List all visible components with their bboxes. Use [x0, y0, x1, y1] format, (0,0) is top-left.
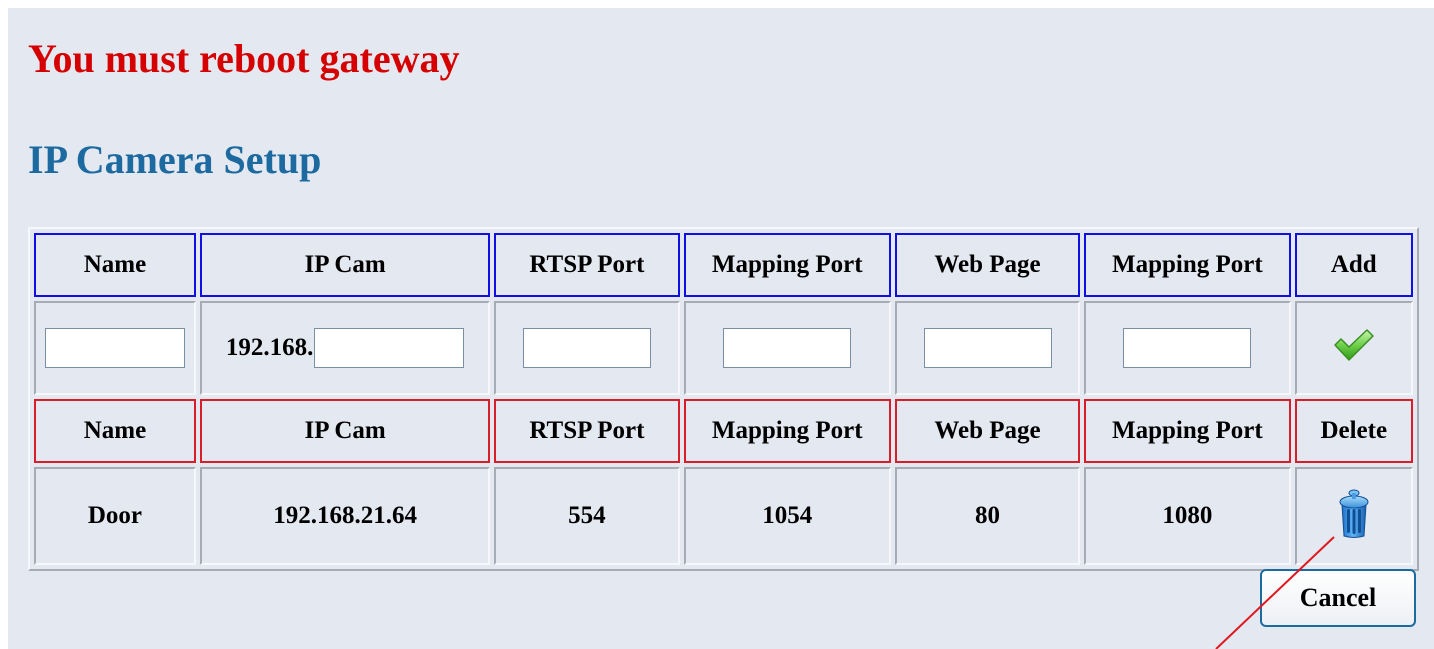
web-page-input-cell [894, 301, 1081, 395]
rtsp-port-input[interactable] [522, 328, 651, 368]
add-input-row: 192.168. [34, 301, 1413, 395]
add-header-ip-cam: IP Cam [199, 233, 491, 297]
web-mapping-port-input-cell [1084, 301, 1291, 395]
list-header-name: Name [34, 399, 196, 463]
camera-web-page-cell: 80 [894, 467, 1081, 565]
add-header-row: Name IP Cam RTSP Port Mapping Port Web P… [34, 233, 1413, 297]
ip-suffix-input[interactable] [314, 328, 465, 368]
add-header-add: Add [1294, 233, 1413, 297]
list-header-mapping-port: Mapping Port [683, 399, 891, 463]
checkmark-icon [1334, 328, 1374, 361]
table-row: Door 192.168.21.64 554 1054 80 1080 [34, 467, 1413, 565]
mapping-port-input-cell [683, 301, 891, 395]
add-header-name: Name [34, 233, 196, 297]
list-header-web-mapping-port: Mapping Port [1084, 399, 1291, 463]
cancel-button[interactable]: Cancel [1260, 569, 1416, 627]
add-header-rtsp-port: RTSP Port [494, 233, 680, 297]
ip-input-cell: 192.168. [199, 301, 491, 395]
add-button[interactable] [1333, 328, 1375, 362]
rtsp-port-input-cell [494, 301, 680, 395]
name-input[interactable] [44, 328, 185, 368]
add-header-mapping-port: Mapping Port [683, 233, 891, 297]
mapping-port-input[interactable] [723, 328, 852, 368]
delete-button[interactable] [1338, 487, 1370, 539]
web-mapping-port-input[interactable] [1123, 328, 1252, 368]
delete-button-cell [1294, 467, 1413, 565]
list-header-delete: Delete [1294, 399, 1413, 463]
list-header-web-page: Web Page [894, 399, 1081, 463]
list-header-ip-cam: IP Cam [199, 399, 491, 463]
camera-rtsp-port-cell: 554 [494, 467, 680, 565]
camera-web-mapping-port-cell: 1080 [1084, 467, 1291, 565]
camera-ip-cell: 192.168.21.64 [199, 467, 491, 565]
add-header-web-page: Web Page [894, 233, 1081, 297]
add-header-web-mapping-port: Mapping Port [1084, 233, 1291, 297]
camera-name-cell: Door [34, 467, 196, 565]
page-title: IP Camera Setup [28, 137, 322, 182]
ip-input-group: 192.168. [202, 328, 488, 368]
camera-mapping-port-cell: 1054 [683, 467, 891, 565]
list-header-rtsp-port: RTSP Port [494, 399, 680, 463]
ip-camera-table: Name IP Cam RTSP Port Mapping Port Web P… [28, 227, 1419, 571]
trash-can-icon [1339, 489, 1369, 538]
list-header-row: Name IP Cam RTSP Port Mapping Port Web P… [34, 399, 1413, 463]
reboot-warning: You must reboot gateway [28, 36, 460, 81]
ip-prefix-label: 192.168. [225, 334, 314, 361]
name-input-cell [34, 301, 196, 395]
web-page-input[interactable] [923, 328, 1052, 368]
add-button-cell [1294, 301, 1413, 395]
